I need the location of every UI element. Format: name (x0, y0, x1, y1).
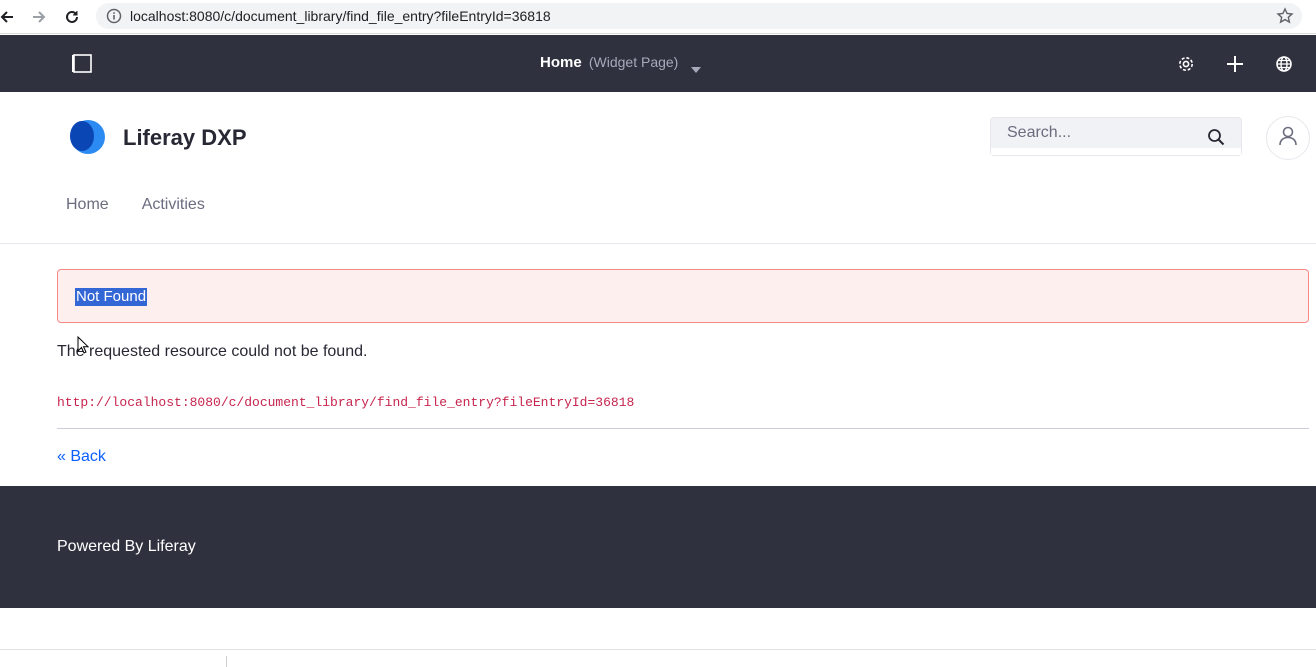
user-icon (1277, 125, 1299, 152)
error-message: The requested resource could not be foun… (57, 343, 368, 360)
alert-label: Not Found (75, 288, 148, 306)
page-title[interactable]: Home (Widget Page) (540, 54, 678, 71)
nav-item-home[interactable]: Home (66, 196, 109, 214)
header-divider (0, 243, 1316, 244)
control-menu: Home (Widget Page) (0, 35, 1316, 92)
gear-icon[interactable] (1174, 52, 1198, 76)
page-title-label: Home (540, 54, 582, 71)
back-link[interactable]: « Back (57, 448, 106, 466)
site-navigation: Home Activities (66, 196, 205, 214)
liferay-logo[interactable] (65, 118, 107, 156)
page-type-label: (Widget Page) (588, 54, 679, 70)
address-text[interactable]: localhost:8080/c/document_library/find_f… (130, 8, 551, 24)
search-input[interactable] (991, 118, 1191, 148)
mouse-cursor-icon (77, 335, 90, 359)
add-icon[interactable] (1223, 52, 1247, 76)
requested-url: http://localhost:8080/c/document_library… (57, 395, 635, 410)
caret-down-icon[interactable] (690, 61, 702, 79)
user-avatar[interactable] (1266, 116, 1310, 160)
forward-arrow-icon[interactable] (26, 4, 52, 30)
browser-toolbar: localhost:8080/c/document_library/find_f… (0, 0, 1316, 34)
footer-text[interactable]: Powered By Liferay (57, 538, 196, 556)
bookmark-star-icon[interactable] (1276, 7, 1294, 30)
nav-item-activities[interactable]: Activities (142, 196, 205, 214)
search-bar[interactable] (990, 117, 1242, 156)
info-icon[interactable] (106, 8, 122, 29)
back-arrow-icon[interactable] (0, 4, 20, 30)
footer: Powered By Liferay (0, 486, 1316, 608)
address-bar[interactable]: localhost:8080/c/document_library/find_f… (96, 3, 1302, 29)
bottom-separator (226, 656, 227, 667)
bottom-bar (0, 649, 1316, 667)
globe-icon[interactable] (1272, 52, 1296, 76)
product-menu-toggle-icon[interactable] (70, 53, 94, 75)
content-divider (57, 428, 1309, 429)
search-bar-underline (991, 148, 1241, 155)
reload-icon[interactable] (59, 4, 85, 30)
error-alert: Not Found (57, 269, 1309, 323)
site-name[interactable]: Liferay DXP (123, 125, 247, 151)
